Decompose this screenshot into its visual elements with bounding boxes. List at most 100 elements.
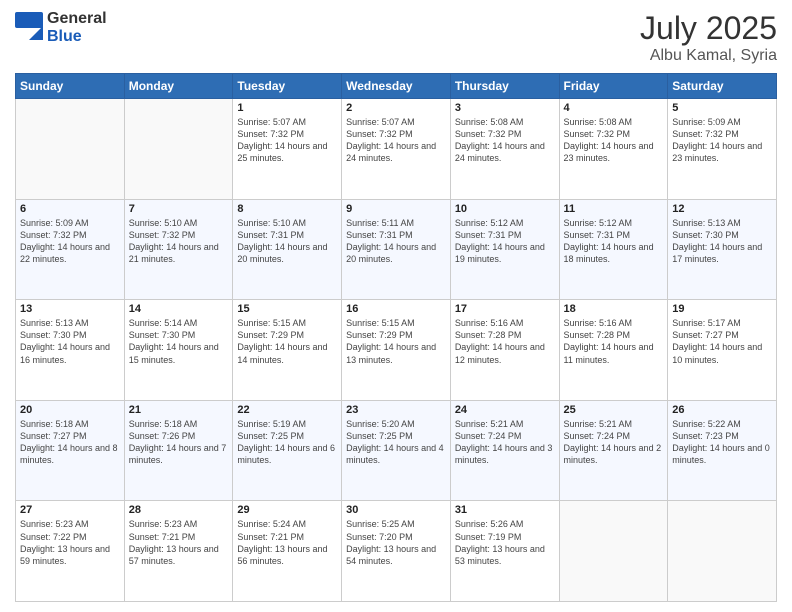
cell-content: Sunrise: 5:12 AMSunset: 7:31 PMDaylight:…	[564, 217, 664, 266]
cell-content: Sunrise: 5:08 AMSunset: 7:32 PMDaylight:…	[564, 116, 664, 165]
day-number: 14	[129, 303, 229, 315]
cell-content: Sunrise: 5:09 AMSunset: 7:32 PMDaylight:…	[672, 116, 772, 165]
day-number: 10	[455, 203, 555, 215]
calendar-cell: 1 Sunrise: 5:07 AMSunset: 7:32 PMDaylight…	[233, 99, 342, 200]
calendar-cell: 18Sunrise: 5:16 AMSunset: 7:28 PMDayligh…	[559, 300, 668, 401]
cell-content: Sunrise: 5:08 AMSunset: 7:32 PMDaylight:…	[455, 116, 555, 165]
cell-line: Sunset: 7:29 PM	[237, 330, 304, 340]
cell-line: Sunset: 7:32 PM	[346, 129, 413, 139]
calendar-cell: 25 Sunrise: 5:21 AMSunset: 7:24 PMDayligh…	[559, 400, 668, 501]
cell-line: Sunrise: 5:12 AM	[564, 218, 633, 228]
cell-line: Sunset: 7:19 PM	[455, 532, 522, 542]
cell-line: Sunrise: 5:20 AM	[346, 419, 415, 429]
logo-icon	[15, 12, 43, 45]
day-header-wednesday: Wednesday	[342, 74, 451, 99]
cell-line: Sunrise: 5:10 AM	[237, 218, 306, 228]
calendar-cell: 27Sunrise: 5:23 AMSunset: 7:22 PMDayligh…	[16, 501, 125, 602]
day-number: 26	[672, 404, 772, 416]
cell-line: Sunrise: 5:19 AM	[237, 419, 306, 429]
calendar-cell: 10 Sunrise: 5:12 AMSunset: 7:31 PMDayligh…	[450, 199, 559, 300]
title-location: Albu Kamal, Syria	[640, 47, 777, 65]
calendar-cell: 15Sunrise: 5:15 AMSunset: 7:29 PMDayligh…	[233, 300, 342, 401]
calendar-header-row: SundayMondayTuesdayWednesdayThursdayFrid…	[16, 74, 777, 99]
logo: General Blue	[15, 10, 107, 46]
cell-line: Daylight: 13 hours and 54 minutes.	[346, 544, 436, 566]
cell-line: Sunset: 7:26 PM	[129, 431, 196, 441]
day-number: 1	[237, 102, 337, 114]
cell-line: Daylight: 14 hours and 20 minutes.	[237, 242, 327, 264]
cell-line: Daylight: 14 hours and 11 minutes.	[564, 342, 654, 364]
day-number: 21	[129, 404, 229, 416]
cell-line: Sunrise: 5:09 AM	[20, 218, 89, 228]
day-number: 17	[455, 303, 555, 315]
calendar-cell	[559, 501, 668, 602]
day-number: 24	[455, 404, 555, 416]
calendar-cell: 21 Sunrise: 5:18 AM Sunset: 7:26 PM Dayligh…	[124, 400, 233, 501]
day-number: 2	[346, 102, 446, 114]
day-header-thursday: Thursday	[450, 74, 559, 99]
cell-content: Sunrise: 5:10 AMSunset: 7:32 PMDaylight:…	[129, 217, 229, 266]
cell-line: Daylight: 14 hours and 4 minutes.	[346, 443, 444, 465]
day-header-sunday: Sunday	[16, 74, 125, 99]
cell-line: Sunrise: 5:10 AM	[129, 218, 198, 228]
cell-line: Daylight: 14 hours and 8 minutes.	[20, 443, 118, 465]
day-number: 7	[129, 203, 229, 215]
cell-line: Sunset: 7:20 PM	[346, 532, 413, 542]
day-number: 28	[129, 504, 229, 516]
cell-line: Daylight: 14 hours and 22 minutes.	[20, 242, 110, 264]
day-number: 5	[672, 102, 772, 114]
cell-line: Sunrise: 5:18 AM	[20, 419, 89, 429]
cell-line: Sunrise: 5:08 AM	[564, 117, 633, 127]
cell-content: Sunrise: 5:25 AMSunset: 7:20 PMDaylight:…	[346, 518, 446, 567]
cell-line: Sunrise: 5:07 AM	[237, 117, 306, 127]
cell-content: Sunrise: 5:09 AMSunset: 7:32 PMDaylight:…	[20, 217, 120, 266]
cell-line: Sunrise: 5:11 AM	[346, 218, 414, 228]
day-number: 16	[346, 303, 446, 315]
calendar-cell: 2Sunrise: 5:07 AMSunset: 7:32 PMDaylight…	[342, 99, 451, 200]
cell-line: Daylight: 14 hours and 18 minutes.	[564, 242, 654, 264]
cell-line: Sunrise: 5:23 AM	[20, 519, 89, 529]
calendar-cell: 8Sunrise: 5:10 AMSunset: 7:31 PMDaylight…	[233, 199, 342, 300]
header: General Blue July 2025 Albu Kamal, Syria	[15, 10, 777, 65]
calendar-cell: 30Sunrise: 5:25 AMSunset: 7:20 PMDayligh…	[342, 501, 451, 602]
calendar-cell	[668, 501, 777, 602]
cell-line: Sunset: 7:27 PM	[20, 431, 87, 441]
cell-line: Sunset: 7:30 PM	[129, 330, 196, 340]
calendar-cell: 3Sunrise: 5:08 AMSunset: 7:32 PMDaylight…	[450, 99, 559, 200]
day-number: 4	[564, 102, 664, 114]
calendar-cell: 6Sunrise: 5:09 AMSunset: 7:32 PMDaylight…	[16, 199, 125, 300]
cell-content: Sunrise: 5:07 AMSunset: 7:32 PMDaylight:…	[237, 116, 337, 165]
calendar-cell: 24 Sunrise: 5:21 AMSunset: 7:24 PMDayligh…	[450, 400, 559, 501]
day-number: 18	[564, 303, 664, 315]
cell-line: Daylight: 13 hours and 56 minutes.	[237, 544, 327, 566]
cell-content: Sunrise: 5:26 AMSunset: 7:19 PMDaylight:…	[455, 518, 555, 567]
cell-line: Sunrise: 5:24 AM	[237, 519, 306, 529]
cell-line: Daylight: 13 hours and 59 minutes.	[20, 544, 110, 566]
cell-content: Sunrise: 5:16 AMSunset: 7:28 PMDaylight:…	[455, 317, 555, 366]
cell-content: Sunrise: 5:17 AMSunset: 7:27 PMDaylight:…	[672, 317, 772, 366]
cell-line: Daylight: 14 hours and 13 minutes.	[346, 342, 436, 364]
cell-content: Sunrise: 5:12 AMSunset: 7:31 PMDaylight:…	[455, 217, 555, 266]
cell-line: Daylight: 14 hours and 6 minutes.	[237, 443, 335, 465]
cell-line: Sunset: 7:24 PM	[455, 431, 522, 441]
cell-line: Sunrise: 5:08 AM	[455, 117, 524, 127]
cell-line: Daylight: 14 hours and 12 minutes.	[455, 342, 545, 364]
day-number: 25	[564, 404, 664, 416]
cell-line: Daylight: 14 hours and 10 minutes.	[672, 342, 762, 364]
title-month: July 2025	[640, 10, 777, 47]
cell-content: Sunrise: 5:19 AMSunset: 7:25 PMDaylight:…	[237, 418, 337, 467]
cell-line: Sunrise: 5:18 AM	[129, 419, 198, 429]
cell-line: Daylight: 14 hours and 3 minutes.	[455, 443, 553, 465]
logo-general: General	[47, 10, 107, 27]
cell-content: Sunrise: 5:21 AMSunset: 7:24 PMDaylight:…	[564, 418, 664, 467]
cell-line: Daylight: 14 hours and 0 minutes.	[672, 443, 770, 465]
calendar-week-4: 20Sunrise: 5:18 AMSunset: 7:27 PMDayligh…	[16, 400, 777, 501]
day-number: 29	[237, 504, 337, 516]
calendar-cell: 19Sunrise: 5:17 AMSunset: 7:27 PMDayligh…	[668, 300, 777, 401]
cell-line: Daylight: 14 hours and 7 minutes.	[129, 443, 227, 465]
cell-line: Daylight: 14 hours and 19 minutes.	[455, 242, 545, 264]
calendar-cell: 9Sunrise: 5:11 AMSunset: 7:31 PMDaylight…	[342, 199, 451, 300]
cell-content: Sunrise: 5:21 AMSunset: 7:24 PMDaylight:…	[455, 418, 555, 467]
cell-content: Sunrise: 5:14 AMSunset: 7:30 PMDaylight:…	[129, 317, 229, 366]
day-number: 9	[346, 203, 446, 215]
